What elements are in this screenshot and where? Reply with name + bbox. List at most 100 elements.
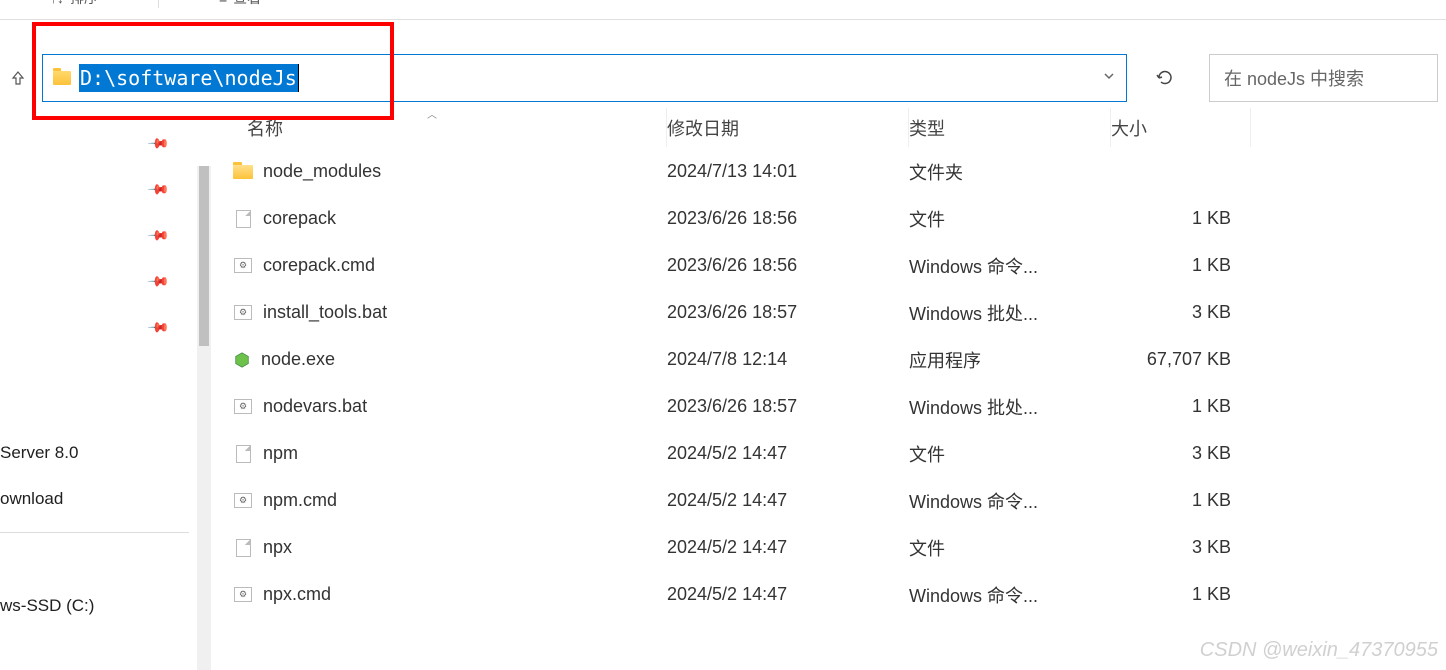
- file-name: npx: [263, 537, 292, 558]
- file-size: 1 KB: [1111, 255, 1251, 276]
- file-type: Windows 命令...: [909, 488, 1111, 514]
- address-bar[interactable]: D:\software\nodeJs: [42, 54, 1127, 102]
- file-name: corepack.cmd: [263, 255, 375, 276]
- file-size: 67,707 KB: [1111, 349, 1251, 370]
- view-label: 查看: [233, 0, 261, 8]
- file-date: 2024/7/8 12:14: [667, 349, 909, 370]
- file-date: 2024/5/2 14:47: [667, 490, 909, 511]
- sort-icon: ↑↓: [50, 0, 64, 6]
- file-icon: [236, 210, 251, 228]
- top-toolbar: ↑↓ 排序 ≡ 查看: [0, 0, 1446, 20]
- sidebar-pinned-item[interactable]: 📌: [0, 166, 197, 212]
- chevron-down-icon[interactable]: [1102, 69, 1116, 88]
- sidebar-pinned-item[interactable]: 📌: [0, 304, 197, 350]
- node-exe-icon: [233, 351, 251, 369]
- folder-icon: [53, 71, 71, 85]
- up-button[interactable]: [8, 68, 28, 88]
- pin-icon: 📌: [146, 223, 170, 247]
- file-row[interactable]: node.exe2024/7/8 12:14应用程序67,707 KB: [227, 336, 1446, 383]
- file-name: node_modules: [263, 161, 381, 182]
- file-icon: [236, 445, 251, 463]
- sidebar-item-label: Server 8.0: [0, 443, 78, 463]
- view-menu[interactable]: ≡ 查看: [219, 0, 261, 8]
- file-name: corepack: [263, 208, 336, 229]
- file-row[interactable]: npx.cmd2024/5/2 14:47Windows 命令...1 KB: [227, 571, 1446, 618]
- file-row[interactable]: nodevars.bat 2023/6/26 18:57Windows 批处...…: [227, 383, 1446, 430]
- file-name: nodevars.bat: [263, 396, 367, 417]
- pin-icon: 📌: [146, 177, 170, 201]
- file-type: Windows 批处...: [909, 394, 1111, 420]
- file-date: 2023/6/26 18:56: [667, 208, 909, 229]
- view-icon: ≡: [219, 0, 227, 6]
- file-row[interactable]: install_tools.bat2023/6/26 18:57Windows …: [227, 289, 1446, 336]
- file-size: 3 KB: [1111, 443, 1251, 464]
- file-size: 1 KB: [1111, 584, 1251, 605]
- script-icon: [234, 587, 252, 602]
- script-icon: [234, 399, 252, 414]
- sidebar-item-label: ws-SSD (C:): [0, 596, 94, 616]
- script-icon: [234, 493, 252, 508]
- file-list: 名称 ︿ 修改日期 类型 大小 node_modules 2024/7/13 14…: [197, 108, 1446, 670]
- file-row[interactable]: npx2024/5/2 14:47文件3 KB: [227, 524, 1446, 571]
- file-size: 1 KB: [1111, 396, 1251, 417]
- file-name: npx.cmd: [263, 584, 331, 605]
- header-date-label: 修改日期: [667, 115, 739, 141]
- header-date[interactable]: 修改日期: [667, 108, 909, 147]
- script-icon: [234, 258, 252, 273]
- file-row[interactable]: npm 2024/5/2 14:47文件3 KB: [227, 430, 1446, 477]
- file-row[interactable]: corepack.cmd 2023/6/26 18:56Windows 命令...…: [227, 242, 1446, 289]
- file-row[interactable]: node_modules 2024/7/13 14:01文件夹: [227, 148, 1446, 195]
- file-name: node.exe: [261, 349, 335, 370]
- file-type: Windows 批处...: [909, 300, 1111, 326]
- sidebar-item-server[interactable]: Server 8.0: [0, 430, 197, 476]
- refresh-button[interactable]: [1141, 54, 1189, 102]
- sidebar-item-download[interactable]: ownload: [0, 476, 197, 522]
- sidebar-pinned-item[interactable]: 📌: [0, 258, 197, 304]
- sidebar-divider: [0, 532, 189, 533]
- file-name: install_tools.bat: [263, 302, 387, 323]
- sort-menu[interactable]: ↑↓ 排序: [50, 0, 98, 8]
- file-icon: [236, 539, 251, 557]
- file-date: 2024/5/2 14:47: [667, 443, 909, 464]
- sidebar-pinned-item[interactable]: 📌: [0, 212, 197, 258]
- file-date: 2023/6/26 18:56: [667, 255, 909, 276]
- address-row: D:\software\nodeJs 在 nodeJs 中搜索: [0, 48, 1446, 108]
- sort-label: 排序: [70, 0, 98, 8]
- header-type[interactable]: 类型: [909, 108, 1111, 147]
- toolbar-divider: [158, 0, 159, 8]
- search-input[interactable]: 在 nodeJs 中搜索: [1209, 54, 1438, 102]
- file-date: 2024/5/2 14:47: [667, 584, 909, 605]
- file-size: 1 KB: [1111, 490, 1251, 511]
- file-size: 1 KB: [1111, 208, 1251, 229]
- sort-caret-icon: ︿: [427, 106, 437, 121]
- file-type: 文件夹: [909, 159, 1111, 185]
- column-headers: 名称 ︿ 修改日期 类型 大小: [227, 108, 1446, 148]
- sidebar-scrollbar[interactable]: [197, 166, 211, 670]
- header-size-label: 大小: [1111, 115, 1147, 141]
- pin-icon: 📌: [146, 269, 170, 293]
- file-name: npm.cmd: [263, 490, 337, 511]
- folder-icon: [233, 165, 253, 179]
- search-placeholder: 在 nodeJs 中搜索: [1224, 65, 1364, 91]
- pin-icon: 📌: [146, 315, 170, 339]
- file-row[interactable]: npm.cmd 2024/5/2 14:47Windows 命令...1 KB: [227, 477, 1446, 524]
- file-type: Windows 命令...: [909, 253, 1111, 279]
- header-size[interactable]: 大小: [1111, 108, 1251, 147]
- file-type: 文件: [909, 206, 1111, 232]
- header-type-label: 类型: [909, 115, 945, 141]
- sidebar: 📌 📌 📌 📌 📌 Server 8.0 ownload ws-SSD (C:): [0, 108, 197, 670]
- main-area: 📌 📌 📌 📌 📌 Server 8.0 ownload ws-SSD (C:)…: [0, 108, 1446, 670]
- file-type: 文件: [909, 441, 1111, 467]
- sidebar-item-drive[interactable]: ws-SSD (C:): [0, 583, 197, 629]
- file-size: 3 KB: [1111, 537, 1251, 558]
- address-path[interactable]: D:\software\nodeJs: [79, 64, 299, 92]
- file-name: npm: [263, 443, 298, 464]
- script-icon: [234, 305, 252, 320]
- header-name-label: 名称: [247, 115, 283, 141]
- scrollbar-thumb[interactable]: [199, 166, 209, 346]
- file-date: 2024/7/13 14:01: [667, 161, 909, 182]
- file-row[interactable]: corepack 2023/6/26 18:56文件1 KB: [227, 195, 1446, 242]
- header-name[interactable]: 名称 ︿: [227, 108, 667, 147]
- sidebar-pinned-item[interactable]: 📌: [0, 120, 197, 166]
- file-date: 2023/6/26 18:57: [667, 396, 909, 417]
